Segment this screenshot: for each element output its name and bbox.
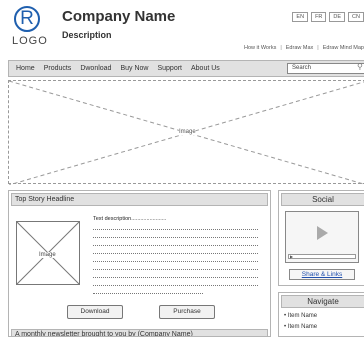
text-line-placeholder — [93, 245, 258, 246]
link-edraw-max[interactable]: Edraw Max — [286, 45, 314, 51]
logo-mark: R — [14, 6, 40, 32]
story-text-description: Text description....................... — [93, 216, 167, 222]
video-play-control-icon[interactable]: ▶ — [290, 255, 293, 259]
link-edraw-mind-map[interactable]: Edraw Mind Map — [323, 45, 364, 51]
purchase-button[interactable]: Purchase — [159, 305, 215, 319]
text-line-placeholder — [93, 237, 258, 238]
link-separator: | — [280, 45, 282, 51]
lang-en-button[interactable]: EN — [292, 12, 309, 22]
nav-item-about-us[interactable]: About Us — [191, 65, 220, 72]
top-links: How it Works | Edraw Max | Edraw Mind Ma… — [244, 45, 364, 51]
story-image-label: Image — [39, 252, 56, 258]
nav-item-support[interactable]: Support — [157, 65, 182, 72]
nav-item-download[interactable]: Dwonload — [80, 65, 111, 72]
top-story-headline: Top Story Headline — [11, 193, 268, 206]
text-line-placeholder — [93, 277, 258, 278]
hero-image-label: Image — [179, 129, 196, 135]
navigate-item[interactable]: • Item Name — [284, 313, 317, 319]
text-line-placeholder — [93, 269, 258, 270]
download-button[interactable]: Download — [67, 305, 123, 319]
company-name: Company Name — [62, 8, 176, 25]
navigate-panel: Navigate • Item Name • Item Name — [278, 292, 364, 337]
text-line-placeholder — [93, 261, 258, 262]
nav-item-home[interactable]: Home — [16, 65, 35, 72]
text-line-placeholder — [93, 253, 258, 254]
search-input[interactable]: Search — [287, 63, 364, 74]
navigate-item[interactable]: • Item Name — [284, 324, 317, 330]
lang-cn-button[interactable]: CN — [348, 12, 364, 22]
search-icon[interactable]: ⚲ — [357, 62, 364, 73]
share-links-button[interactable]: Share & Links — [289, 269, 355, 280]
nav-item-buy-now[interactable]: Buy Now — [120, 65, 148, 72]
story-image-placeholder: Image — [16, 221, 80, 285]
newsletter-bar: A monthly newsletter brought to you by (… — [11, 329, 268, 336]
language-selector: EN FR DE CN — [292, 12, 364, 22]
navigate-title: Navigate — [281, 295, 364, 308]
main-nav-bar: Home Products Dwonload Buy Now Support A… — [8, 60, 364, 77]
text-line-placeholder — [93, 293, 203, 294]
social-title: Social — [281, 193, 364, 206]
lang-fr-button[interactable]: FR — [311, 12, 327, 22]
link-how-it-works[interactable]: How it Works — [244, 45, 276, 51]
video-progress-bar[interactable]: ▶ — [288, 254, 356, 259]
text-line-placeholder — [93, 229, 258, 230]
navigate-item-label: Item Name — [287, 324, 318, 330]
navigate-item-label: Item Name — [287, 313, 318, 319]
top-story-panel: Top Story Headline Image Text descriptio… — [8, 190, 271, 337]
hero-image-placeholder: Image — [8, 80, 364, 185]
video-player[interactable]: ▶ — [285, 211, 359, 263]
company-description: Description — [62, 30, 112, 40]
link-separator: | — [317, 45, 319, 51]
social-panel: Social ▶ Share & Links — [278, 190, 364, 286]
play-icon[interactable] — [317, 226, 328, 240]
lang-de-button[interactable]: DE — [329, 12, 346, 22]
text-line-placeholder — [93, 285, 258, 286]
logo-text: LOGO — [12, 35, 48, 47]
nav-item-products[interactable]: Products — [44, 65, 72, 72]
